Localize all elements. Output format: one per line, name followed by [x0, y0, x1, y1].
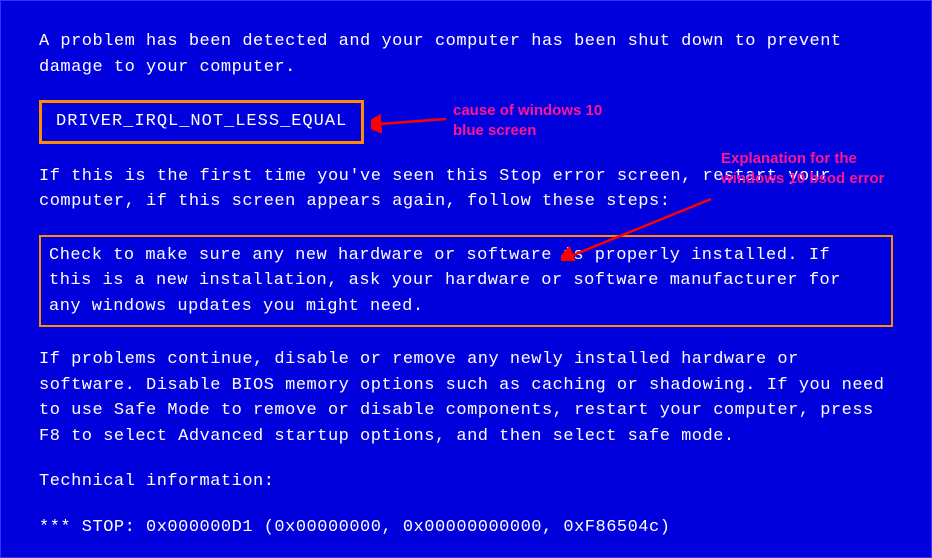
bsod-if-problems-text: If problems continue, disable or remove …	[39, 347, 893, 449]
bsod-intro-text: A problem has been detected and your com…	[39, 29, 893, 80]
bsod-check-hardware-box: Check to make sure any new hardware or s…	[39, 235, 893, 328]
bsod-error-code: DRIVER_IRQL_NOT_LESS_EQUAL	[56, 112, 347, 131]
bsod-check-hardware-text: Check to make sure any new hardware or s…	[49, 246, 841, 316]
bsod-technical-label: Technical information:	[39, 469, 893, 495]
arrow-cause-icon	[371, 109, 451, 139]
annotation-cause-label: cause of windows 10 blue screen	[453, 101, 633, 140]
annotation-explanation-label: Explanation for the windows 10 bsod erro…	[721, 149, 901, 188]
bsod-error-code-box: DRIVER_IRQL_NOT_LESS_EQUAL	[39, 100, 364, 144]
bsod-stop-line: *** STOP: 0x000000D1 (0x00000000, 0x0000…	[39, 515, 893, 541]
